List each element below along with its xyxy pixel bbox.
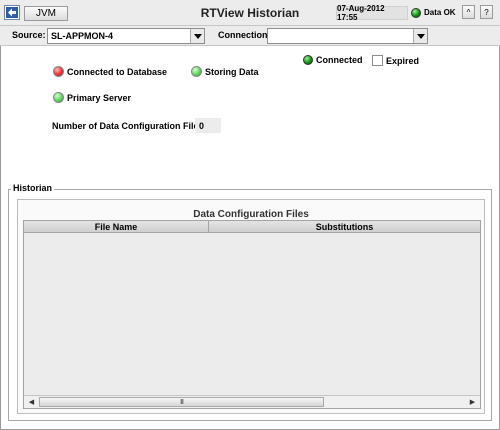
source-label: Source:: [12, 30, 46, 40]
back-button[interactable]: [4, 5, 20, 20]
num-files-value: 0: [195, 118, 221, 133]
data-configuration-table[interactable]: File Name Substitutions ◀ III ▶: [23, 220, 481, 409]
column-header-file-name[interactable]: File Name: [24, 221, 209, 232]
source-select[interactable]: SL-APPMON-4: [47, 28, 205, 44]
connection-select[interactable]: [267, 28, 428, 44]
red-status-icon: [53, 66, 64, 77]
scroll-left-icon[interactable]: ◀: [25, 396, 38, 408]
primary-server-label: Primary Server: [67, 92, 132, 103]
table-title: Data Configuration Files: [193, 209, 309, 220]
up-button[interactable]: ^: [462, 5, 475, 19]
num-files-row: Number of Data Configuration Files:: [52, 121, 207, 131]
historian-group-label: Historian: [11, 183, 55, 193]
legend-expired-label: Expired: [386, 55, 420, 66]
title-bar: JVM RTView Historian 07-Aug-2012 17:55 D…: [0, 0, 500, 26]
scroll-thumb[interactable]: III: [39, 397, 324, 407]
connected-to-database-label: Connected to Database: [67, 66, 168, 77]
datetime-display: 07-Aug-2012 17:55: [336, 4, 408, 22]
expired-checkbox[interactable]: [372, 55, 383, 66]
jvm-button[interactable]: JVM: [24, 6, 68, 21]
storing-data-status: Storing Data: [191, 66, 259, 77]
legend-connected-label: Connected: [316, 55, 363, 65]
legend-expired: Expired: [372, 55, 419, 66]
chevron-down-icon[interactable]: [413, 29, 427, 43]
chevron-down-icon[interactable]: [190, 29, 204, 43]
back-arrow-icon: [6, 7, 18, 18]
num-files-label: Number of Data Configuration Files:: [52, 121, 207, 131]
connected-to-database-status: Connected to Database: [53, 66, 167, 77]
horizontal-scrollbar[interactable]: ◀ III ▶: [24, 395, 480, 408]
legend-connected: Connected: [303, 55, 363, 65]
green-status-icon: [191, 66, 202, 77]
connected-legend-icon: [303, 55, 313, 65]
data-ok-icon: [411, 7, 421, 18]
primary-server-status: Primary Server: [53, 92, 131, 103]
storing-data-label: Storing Data: [205, 66, 259, 77]
data-configuration-panel: Data Configuration Files File Name Subst…: [17, 199, 485, 414]
connection-label: Connection:: [218, 30, 271, 40]
source-toolbar: Source: SL-APPMON-4 Connection:: [0, 26, 500, 46]
column-header-substitutions[interactable]: Substitutions: [209, 221, 480, 232]
table-header: File Name Substitutions: [24, 221, 480, 233]
scroll-right-icon[interactable]: ▶: [466, 396, 479, 408]
help-button[interactable]: ?: [480, 5, 493, 19]
data-status: Data OK: [411, 5, 456, 20]
green-status-icon: [53, 92, 64, 103]
data-status-label: Data OK: [424, 8, 456, 17]
source-select-value: SL-APPMON-4: [51, 31, 114, 41]
